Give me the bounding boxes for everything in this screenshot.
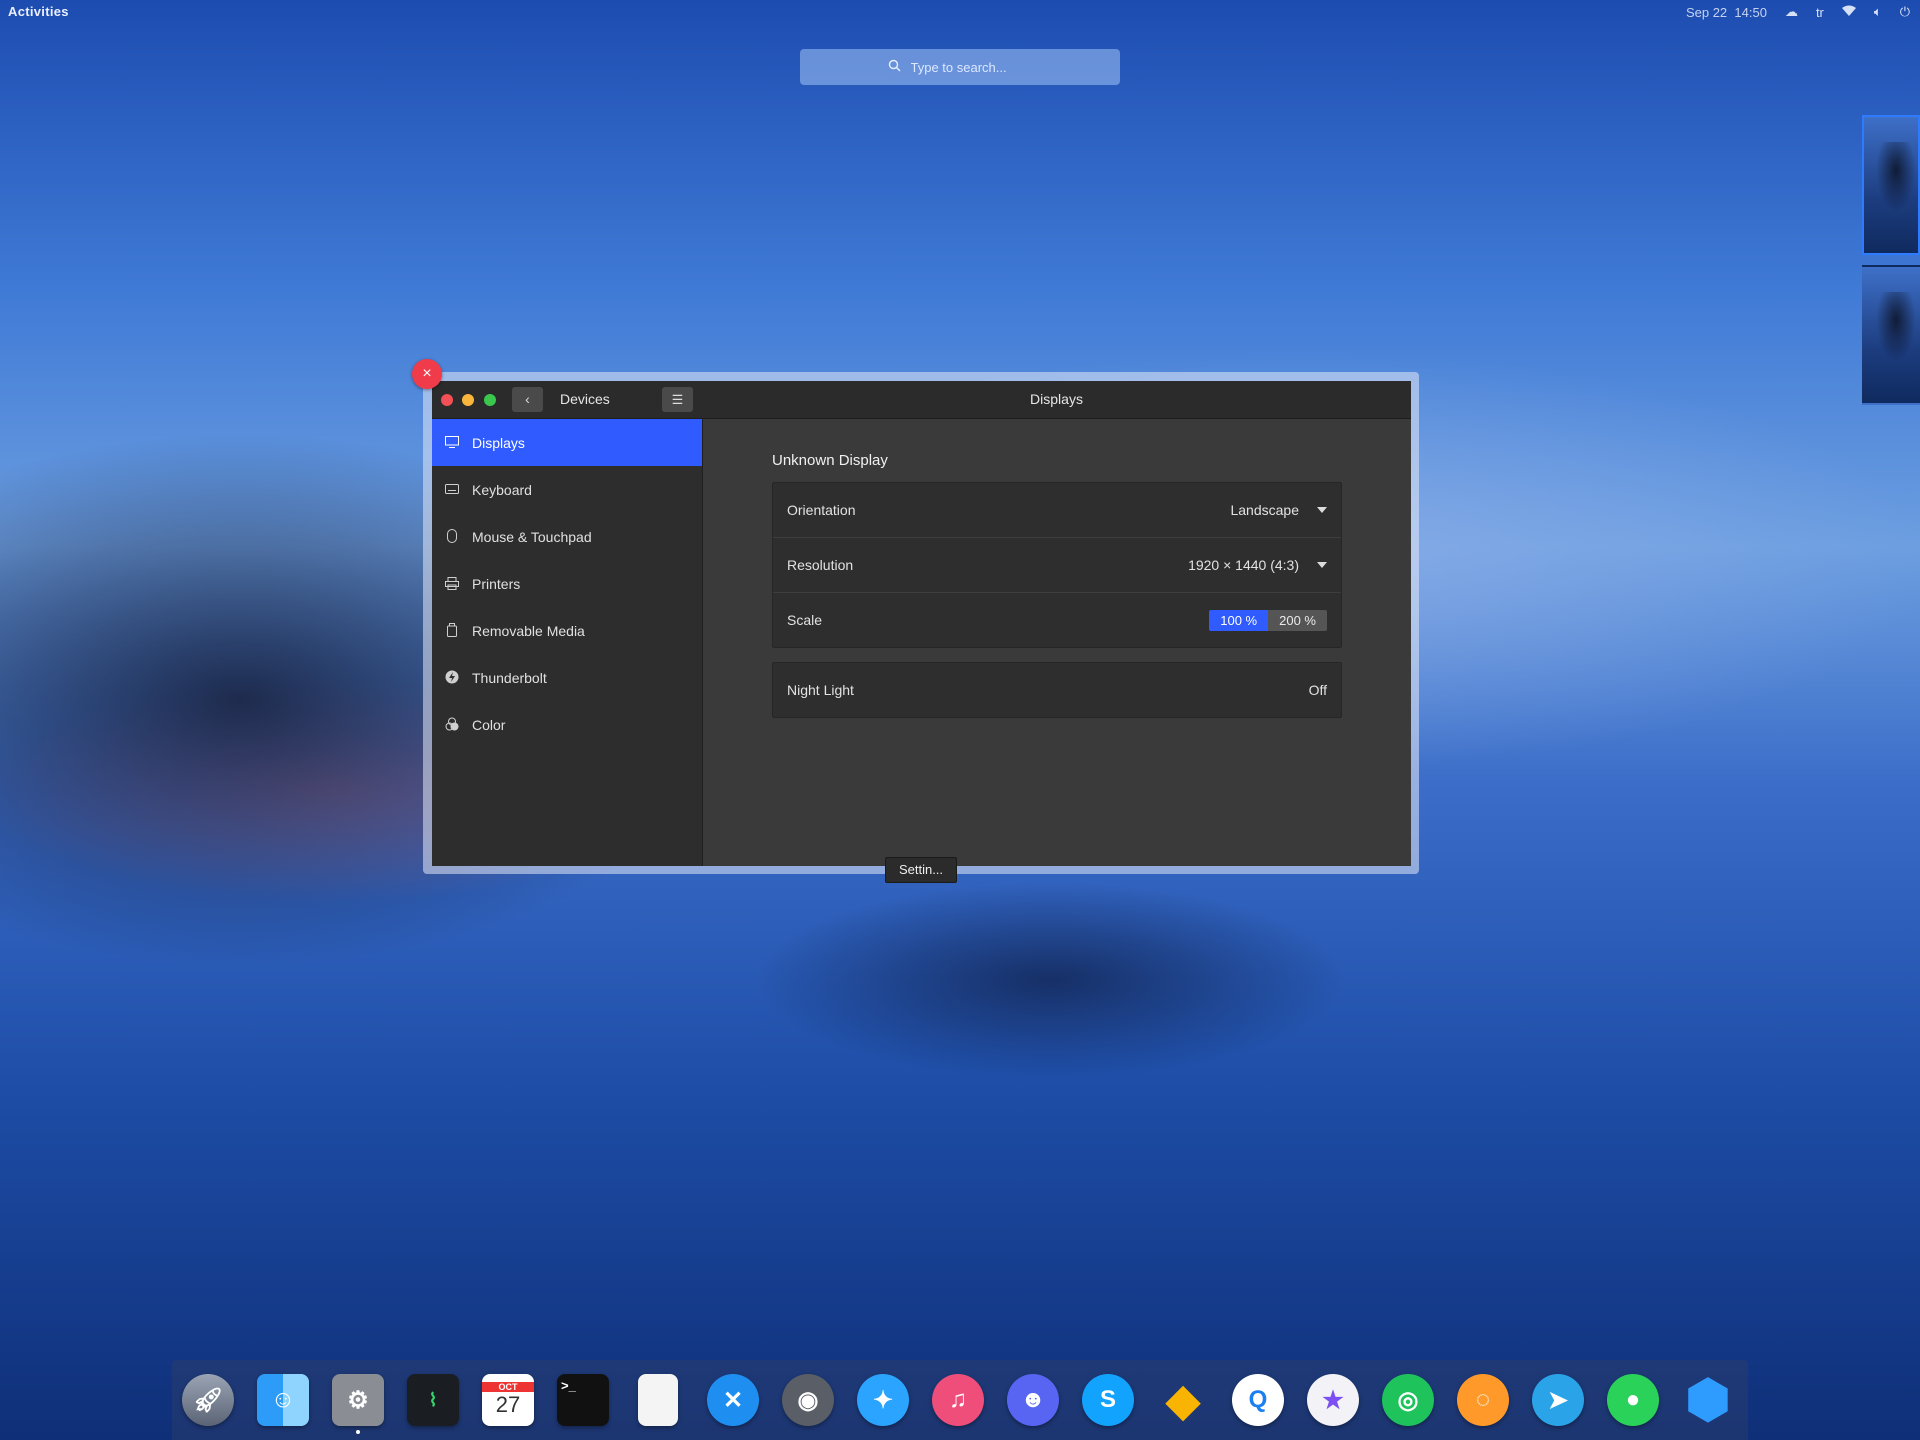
search-input[interactable] xyxy=(908,58,1033,76)
sidebar-item-displays[interactable]: Displays xyxy=(432,419,702,466)
volume-icon[interactable]: 🔈︎ xyxy=(1874,4,1882,20)
night-light-label: Night Light xyxy=(787,682,854,698)
chat-app-icon[interactable]: ◎ xyxy=(1382,1374,1434,1426)
scale-100-button[interactable]: 100 % xyxy=(1209,609,1269,631)
removable-media-icon xyxy=(444,622,460,638)
orientation-label: Orientation xyxy=(787,502,856,518)
chevron-left-icon: ‹ xyxy=(525,391,530,407)
display-icon xyxy=(444,434,460,450)
scale-200-button[interactable]: 200 % xyxy=(1268,609,1327,631)
orientation-dropdown[interactable]: Landscape xyxy=(1230,502,1327,518)
display-name-heading: Unknown Display xyxy=(772,452,888,469)
night-light-value: Off xyxy=(1308,682,1327,698)
sidebar-item-thunderbolt[interactable]: Thunderbolt xyxy=(432,654,702,701)
sidebar: Displays Keyboard Mouse & Touchpad Print… xyxy=(432,419,703,866)
sketch-icon[interactable]: ◆ xyxy=(1157,1374,1209,1426)
sidebar-title: Devices xyxy=(560,391,610,407)
sidebar-item-label: Removable Media xyxy=(472,622,585,639)
page-title: Displays xyxy=(1030,391,1083,407)
star-app-icon[interactable]: ★ xyxy=(1307,1374,1359,1426)
night-light-panel: Night Light Off xyxy=(772,662,1342,718)
keyboard-icon xyxy=(444,481,460,497)
resolution-value: 1920 × 1440 (4:3) xyxy=(1188,557,1299,573)
settings-window[interactable]: ‹ Devices ☰ Displays Displays Keyboard M… xyxy=(432,381,1411,866)
keyboard-layout-indicator[interactable]: tr xyxy=(1816,5,1824,20)
music-icon[interactable]: ♫ xyxy=(932,1374,984,1426)
dock: 🚀︎ ☺ ⚙ ⌇ OCT 27 >_ ✕ ◉ ✦ ♫ ☻ S ◆ Q ★ ◎ ◌… xyxy=(172,1360,1748,1440)
window-title-tooltip: Settin... xyxy=(885,857,957,883)
sidebar-item-keyboard[interactable]: Keyboard xyxy=(432,466,702,513)
chevron-down-icon xyxy=(1317,562,1327,568)
cloud-icon[interactable]: ☁ xyxy=(1785,4,1798,20)
scale-toggle-group: 100 % 200 % xyxy=(1209,609,1327,631)
sidebar-item-label: Thunderbolt xyxy=(472,669,547,686)
workspace-thumbnail-2[interactable] xyxy=(1862,265,1920,405)
minimize-window-button[interactable] xyxy=(462,394,474,406)
steam-icon[interactable]: ◉ xyxy=(782,1374,834,1426)
resolution-dropdown[interactable]: 1920 × 1440 (4:3) xyxy=(1188,557,1327,573)
activity-monitor-icon[interactable]: ⌇ xyxy=(407,1374,459,1426)
activities-button[interactable]: Activities xyxy=(8,4,69,19)
resolution-label: Resolution xyxy=(787,557,854,573)
sidebar-item-color[interactable]: Color xyxy=(432,701,702,748)
scale-row: Scale 100 % 200 % xyxy=(773,593,1341,647)
search-bar[interactable] xyxy=(800,49,1120,85)
orientation-row[interactable]: Orientation Landscape xyxy=(773,483,1341,538)
overview-close-icon[interactable]: × xyxy=(412,359,442,389)
sidebar-item-mouse-touchpad[interactable]: Mouse & Touchpad xyxy=(432,513,702,560)
wifi-icon[interactable] xyxy=(1841,5,1856,20)
scale-label: Scale xyxy=(787,612,823,628)
sidebar-item-label: Printers xyxy=(472,575,521,592)
sidebar-item-label: Color xyxy=(472,716,506,733)
maximize-window-button[interactable] xyxy=(484,394,496,406)
sidebar-item-label: Keyboard xyxy=(472,481,532,498)
orientation-value: Landscape xyxy=(1230,502,1299,518)
finder-icon[interactable]: ☺ xyxy=(257,1374,309,1426)
workspace-switcher xyxy=(1862,115,1920,415)
launchpad-icon[interactable]: 🚀︎ xyxy=(182,1374,234,1426)
hamburger-icon: ☰ xyxy=(671,392,684,407)
printer-icon xyxy=(444,575,460,591)
terminal-icon[interactable]: >_ xyxy=(557,1374,609,1426)
quicktime-icon[interactable]: Q xyxy=(1232,1374,1284,1426)
color-icon xyxy=(444,716,460,732)
top-bar: Activities Sep 22 14:50 ☁ tr 🔈︎ ⏻ xyxy=(0,0,1920,24)
workspace-thumbnail-1[interactable] xyxy=(1862,115,1920,255)
system-preferences-icon[interactable]: ⚙ xyxy=(332,1374,384,1426)
headphones-app-icon[interactable]: ◌ xyxy=(1457,1374,1509,1426)
safari-icon[interactable]: ✦ xyxy=(857,1374,909,1426)
displays-content: Unknown Display Orientation Landscape Re… xyxy=(703,419,1411,866)
sidebar-item-label: Mouse & Touchpad xyxy=(472,528,592,545)
crossover-icon[interactable]: ✕ xyxy=(707,1374,759,1426)
hexagon-app-icon[interactable]: ⬢ xyxy=(1682,1371,1734,1429)
sidebar-item-label: Displays xyxy=(472,434,525,451)
resolution-row[interactable]: Resolution 1920 × 1440 (4:3) xyxy=(773,538,1341,593)
running-indicator xyxy=(356,1430,360,1434)
skype-icon[interactable]: S xyxy=(1082,1374,1134,1426)
night-light-row[interactable]: Night Light Off xyxy=(773,663,1341,717)
discord-icon[interactable]: ☻ xyxy=(1007,1374,1059,1426)
telegram-icon[interactable]: ➤ xyxy=(1532,1374,1584,1426)
close-window-button[interactable] xyxy=(441,394,453,406)
calendar-icon[interactable]: OCT 27 xyxy=(482,1374,534,1426)
mouse-icon xyxy=(444,528,460,544)
clock[interactable]: Sep 22 14:50 xyxy=(1686,5,1767,20)
window-titlebar: ‹ Devices ☰ Displays xyxy=(432,381,1411,419)
sidebar-item-printers[interactable]: Printers xyxy=(432,560,702,607)
sidebar-item-removable-media[interactable]: Removable Media xyxy=(432,607,702,654)
text-editor-icon[interactable] xyxy=(638,1374,678,1426)
power-icon[interactable]: ⏻ xyxy=(1900,4,1910,20)
thunderbolt-icon xyxy=(444,669,460,685)
display-settings-panel: Orientation Landscape Resolution 1920 × … xyxy=(772,482,1342,648)
green-circle-app-icon[interactable]: ● xyxy=(1607,1374,1659,1426)
back-button[interactable]: ‹ xyxy=(512,387,543,412)
search-icon xyxy=(888,59,901,75)
top-bar-status-area: Sep 22 14:50 ☁ tr 🔈︎ ⏻ xyxy=(1686,4,1910,20)
chevron-down-icon xyxy=(1317,507,1327,513)
menu-button[interactable]: ☰ xyxy=(662,387,693,412)
